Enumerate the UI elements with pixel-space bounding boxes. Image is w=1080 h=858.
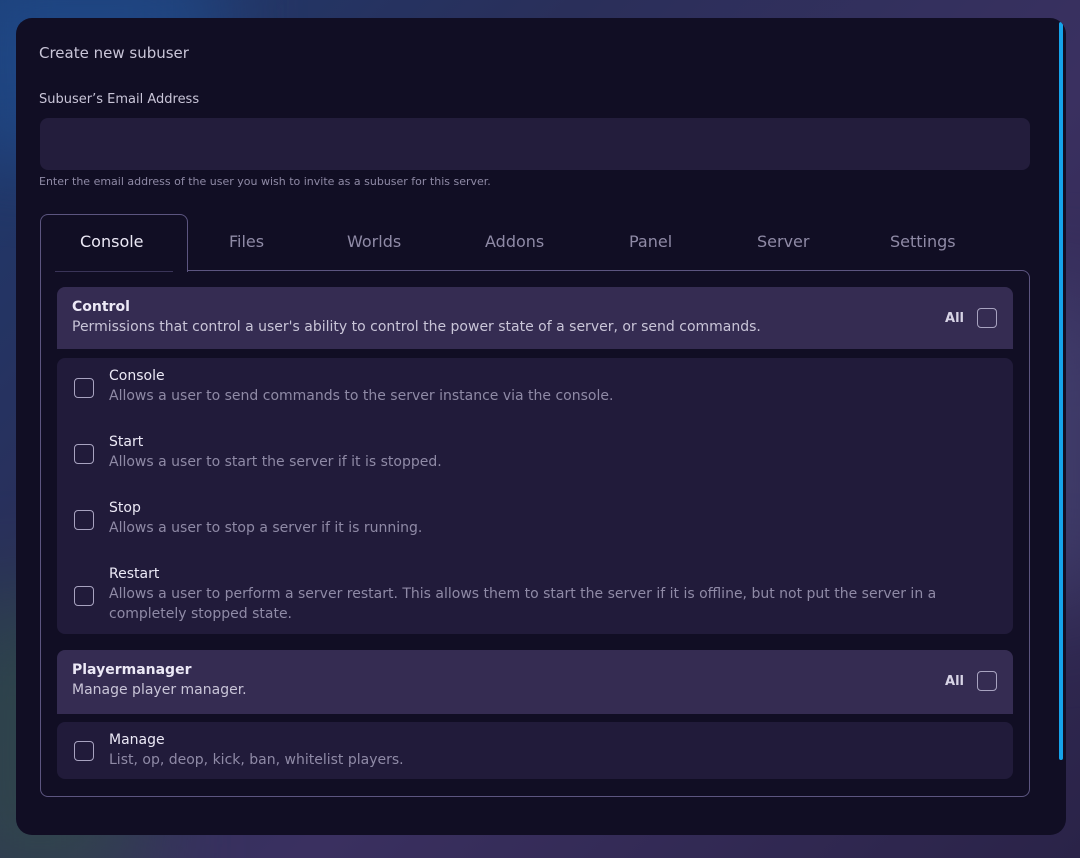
email-field-label: Subuser’s Email Address (39, 92, 200, 107)
tab-server[interactable]: Server (757, 232, 809, 251)
permission-description: Allows a user to stop a server if it is … (109, 520, 423, 536)
select-all-checkbox[interactable] (977, 671, 997, 691)
group-title: Playermanager (72, 662, 192, 678)
permission-description: Allows a user to perform a server restar… (109, 586, 937, 622)
email-field[interactable] (40, 118, 1030, 170)
permission-group-body: Manage List, op, deop, kick, ban, whitel… (57, 722, 1013, 779)
modal-title: Create new subuser (39, 44, 189, 62)
permission-title: Restart (109, 566, 160, 582)
tab-console[interactable]: Console (80, 232, 144, 251)
permission-title: Stop (109, 500, 141, 516)
permission-group-header: Control Permissions that control a user'… (57, 287, 1013, 349)
permission-description: Allows a user to send commands to the se… (109, 388, 614, 404)
permission-title: Console (109, 368, 165, 384)
permission-title: Start (109, 434, 144, 450)
group-title: Control (72, 299, 130, 315)
create-subuser-modal: Create new subuser Subuser’s Email Addre… (16, 18, 1066, 835)
permission-title: Manage (109, 732, 165, 748)
tab-panel[interactable]: Panel (629, 232, 672, 251)
permission-checkbox[interactable] (74, 741, 94, 761)
email-help-text: Enter the email address of the user you … (39, 175, 491, 188)
permission-group-header: Playermanager Manage player manager. All (57, 650, 1013, 714)
group-description: Manage player manager. (72, 682, 247, 698)
permission-checkbox[interactable] (74, 378, 94, 398)
select-all-checkbox[interactable] (977, 308, 997, 328)
permission-checkbox[interactable] (74, 586, 94, 606)
tab-addons[interactable]: Addons (485, 232, 544, 251)
select-all-label: All (945, 674, 964, 689)
tab-settings[interactable]: Settings (890, 232, 956, 251)
tab-files[interactable]: Files (229, 232, 264, 251)
permission-description: List, op, deop, kick, ban, whitelist pla… (109, 752, 404, 768)
permission-checkbox[interactable] (74, 444, 94, 464)
scrollbar[interactable] (1059, 22, 1063, 760)
permission-group-body: Console Allows a user to send commands t… (57, 358, 1013, 634)
select-all-label: All (945, 311, 964, 326)
tab-worlds[interactable]: Worlds (347, 232, 401, 251)
permission-checkbox[interactable] (74, 510, 94, 530)
group-description: Permissions that control a user's abilit… (72, 319, 761, 335)
permission-description: Allows a user to start the server if it … (109, 454, 442, 470)
